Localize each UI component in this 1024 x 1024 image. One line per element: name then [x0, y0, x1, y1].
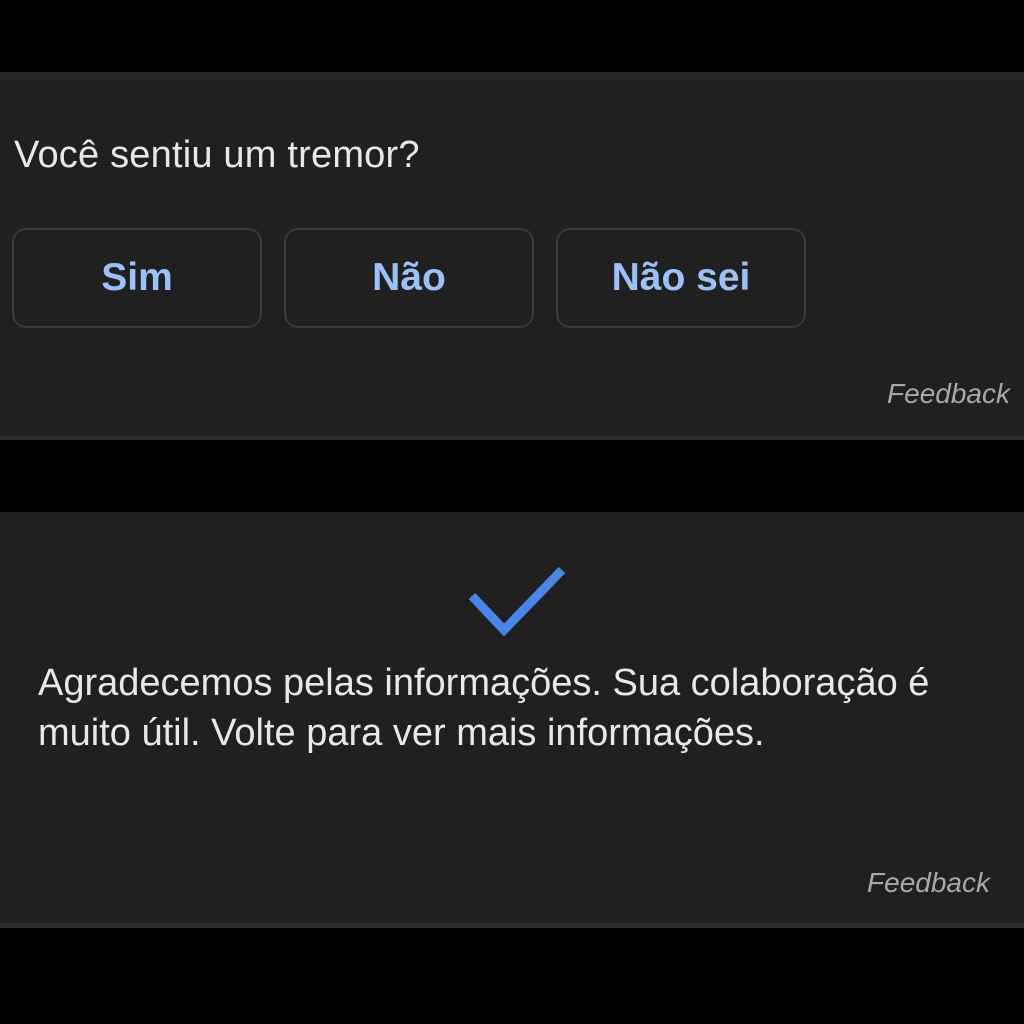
page: Você sentiu um tremor? Sim Não Não sei F…	[0, 0, 1024, 1024]
confirmation-message: Agradecemos pelas informações. Sua colab…	[38, 662, 930, 754]
answer-options: Sim Não Não sei	[12, 228, 806, 328]
feedback-link[interactable]: Feedback	[867, 867, 990, 899]
confirmation-card: Agradecemos pelas informações. Sua colab…	[0, 512, 1024, 928]
feedback-link[interactable]: Feedback	[887, 378, 1010, 410]
earthquake-question-card: Você sentiu um tremor? Sim Não Não sei F…	[0, 72, 1024, 440]
answer-dont-know-button[interactable]: Não sei	[556, 228, 806, 328]
answer-yes-button[interactable]: Sim	[12, 228, 262, 328]
question-text: Você sentiu um tremor?	[14, 134, 420, 176]
checkmark-icon	[468, 566, 566, 637]
answer-no-button[interactable]: Não	[284, 228, 534, 328]
